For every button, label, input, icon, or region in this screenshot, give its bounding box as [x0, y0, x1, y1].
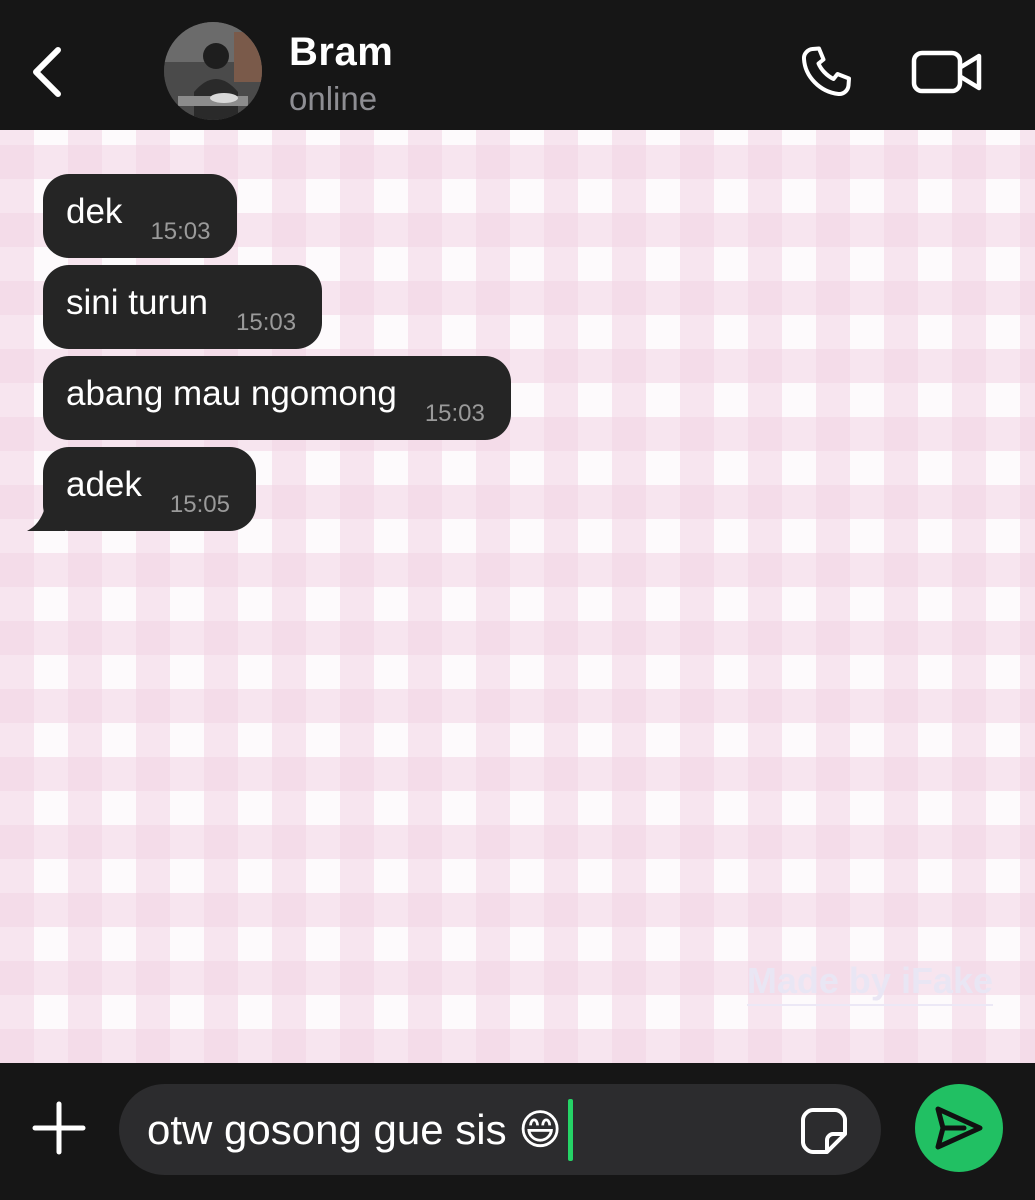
message-bubble[interactable]: abang mau ngomong 15:03	[43, 356, 511, 440]
bubble-tail	[27, 491, 65, 531]
video-camera-icon	[911, 50, 982, 94]
chat-header: Bram online	[0, 0, 1035, 130]
voice-call-button[interactable]	[790, 36, 862, 108]
plus-icon	[32, 1101, 86, 1155]
message-text: abang mau ngomong	[66, 374, 397, 413]
message-text: sini turun	[66, 283, 209, 322]
message-bubble[interactable]: adek 15:05	[27, 447, 256, 531]
watermark: Made by iFake	[746, 960, 993, 1006]
sticker-button[interactable]	[797, 1104, 851, 1158]
text-caret	[568, 1098, 574, 1161]
message-time: 15:05	[169, 491, 230, 518]
message-bubble[interactable]: dek 15:03	[43, 174, 237, 258]
message-time: 15:03	[424, 400, 485, 427]
send-icon	[935, 1106, 983, 1150]
avatar-photo	[164, 22, 262, 120]
sticker-icon	[801, 1108, 847, 1154]
message-input-text: otw gosong gue sis 😄	[147, 1106, 563, 1153]
contact-status: online	[289, 80, 378, 117]
message-text: adek	[66, 465, 142, 504]
attach-button[interactable]	[26, 1095, 92, 1161]
message-text: dek	[66, 192, 123, 231]
chat-area[interactable]: dek 15:03 sini turun 15:03 abang mau ngo…	[0, 130, 1035, 1063]
message-bubble[interactable]: sini turun 15:03	[43, 265, 323, 349]
message-input[interactable]: otw gosong gue sis 😄	[119, 1084, 881, 1175]
back-button[interactable]	[18, 36, 74, 108]
chevron-left-icon	[33, 47, 61, 97]
composer-bar: otw gosong gue sis 😄	[0, 1063, 1035, 1200]
message-time: 15:03	[236, 309, 297, 336]
avatar[interactable]	[164, 22, 262, 120]
contact-name[interactable]: Bram	[289, 30, 393, 75]
message-time: 15:03	[150, 218, 211, 245]
video-call-button[interactable]	[905, 36, 989, 108]
phone-icon	[801, 46, 851, 97]
send-button[interactable]	[915, 1084, 1003, 1172]
